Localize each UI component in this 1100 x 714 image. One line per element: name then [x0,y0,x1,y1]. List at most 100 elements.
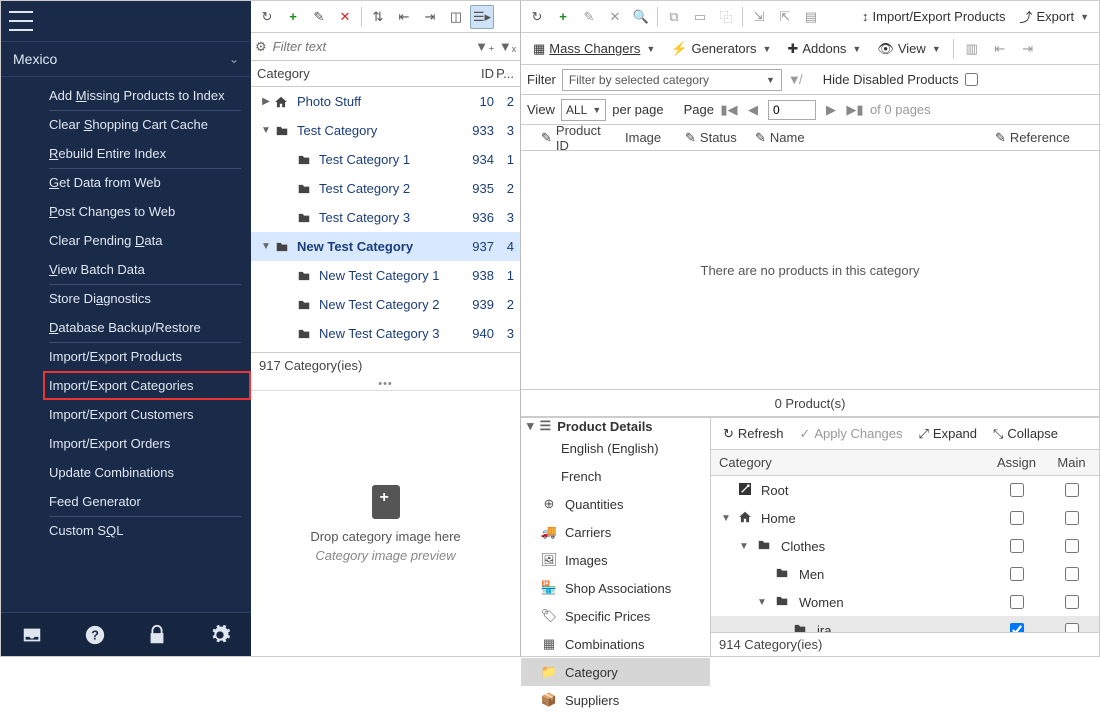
edit-icon[interactable]: ✎ [307,5,331,29]
detail-nav-item[interactable]: 🏪Shop Associations [521,574,710,602]
assign-checkbox[interactable] [1010,623,1024,632]
expander-icon[interactable]: ▶ [259,96,273,107]
sidebar-item[interactable]: Add Missing Products to Index [43,81,251,110]
sidebar-item[interactable]: Clear Pending Data [43,226,251,255]
detail-nav-item[interactable]: French [521,462,710,490]
sidebar-item[interactable]: Feed Generator [43,487,251,516]
main-checkbox[interactable] [1065,567,1079,581]
splitter-horizontal[interactable]: ••• [251,378,520,390]
tree-row[interactable]: Test Category 3 936 3 [251,203,520,232]
main-checkbox[interactable] [1065,623,1079,632]
sidebar-item[interactable]: Import/Export Categories [43,371,251,400]
col-product-id[interactable]: ✎ Product ID [535,123,619,153]
refresh-icon[interactable]: ↻ [255,5,279,29]
export-button[interactable]: ⤴ Export▼ [1013,5,1095,29]
tree-row[interactable]: ▶ Photo Stuff 10 2 [251,87,520,116]
assign-checkbox[interactable] [1010,511,1024,525]
sidebar-item[interactable]: Rebuild Entire Index [43,139,251,168]
generators-dropdown[interactable]: ⚡ Generators▼ [665,37,777,61]
col-reference[interactable]: ✎ Reference [989,130,1099,146]
sidebar-item[interactable]: Update Combinations [43,458,251,487]
detail-nav-item[interactable]: 🏷Specific Prices [521,602,710,630]
crop-icon[interactable]: ◫ [444,5,468,29]
sidebar-item[interactable]: Post Changes to Web [43,197,251,226]
refresh-button[interactable]: ↻ Refresh [717,422,789,446]
hide-disabled-checkbox[interactable] [965,73,978,86]
expander-icon[interactable]: ▼ [259,125,273,136]
hamburger-menu-icon[interactable] [9,11,33,31]
detail-nav-item[interactable]: 📁Category [521,658,710,686]
expander-icon[interactable]: ▼ [259,241,273,252]
next-page-icon[interactable]: ▶ [822,102,840,118]
filter-select[interactable]: Filter by selected category▼ [562,69,782,91]
expander-icon[interactable]: ▼ [757,597,769,608]
detail-nav-item[interactable]: ⊕Quantities [521,490,710,518]
assign-row[interactable]: ira [711,616,1099,632]
detail-nav-item[interactable]: 📦Suppliers [521,686,710,714]
detail-nav-item[interactable]: 🖼Images [521,546,710,574]
detail-nav-item[interactable]: English (English) [521,434,710,462]
sidebar-item[interactable]: Get Data from Web [43,168,251,197]
assign-checkbox[interactable] [1010,567,1024,581]
indent-icon[interactable]: ⇥ [418,5,442,29]
view-dropdown[interactable]: 👁 View▼ [871,37,946,61]
detail-nav-title[interactable]: ▾ ☰ Product Details [521,418,710,434]
col-name[interactable]: ✎ Name [749,130,989,146]
sidebar-item[interactable]: Database Backup/Restore [43,313,251,342]
assign-checkbox[interactable] [1010,595,1024,609]
main-checkbox[interactable] [1065,539,1079,553]
filter-clear-icon[interactable]: ▼ₓ [499,39,516,54]
tree-row[interactable]: Test Category 1 934 1 [251,145,520,174]
sidebar-item[interactable]: Import/Export Products [43,342,251,371]
col-id[interactable]: ID [454,66,494,81]
tree-row[interactable]: ▼ New Test Category 937 4 [251,232,520,261]
search-icon[interactable]: 🔍 [629,5,653,29]
assign-row[interactable]: ▼ Women [711,588,1099,616]
first-page-icon[interactable]: ▮◀ [720,102,738,118]
inbox-icon[interactable] [21,624,43,646]
funnel-icon[interactable]: ▼̸ [788,72,801,87]
col-products[interactable]: P... [494,66,520,81]
prev-page-icon[interactable]: ◀ [744,102,762,118]
main-checkbox[interactable] [1065,483,1079,497]
assign-row[interactable]: ▼ Home [711,504,1099,532]
lock-icon[interactable] [146,624,168,646]
sidebar-item[interactable]: Import/Export Orders [43,429,251,458]
tree-row[interactable]: Test Category 2 935 2 [251,174,520,203]
col-category[interactable]: Category [251,66,454,81]
filter-gear-icon[interactable]: ⚙ [255,39,267,55]
filter-add-icon[interactable]: ▼₊ [475,39,495,55]
move-up-icon[interactable]: ⇅ [366,5,390,29]
assign-row[interactable]: Men [711,560,1099,588]
mass-changers-dropdown[interactable]: ▦ Mass Changers▼ [527,37,661,61]
add-icon[interactable]: + [551,5,575,29]
outdent-icon[interactable]: ⇤ [392,5,416,29]
sidebar-item[interactable]: Custom SQL [43,516,251,545]
category-filter-input[interactable] [271,37,471,56]
import-export-products-button[interactable]: ↕ Import/Export Products [856,5,1011,29]
last-page-icon[interactable]: ▶▮ [846,102,864,118]
sidebar-item[interactable]: Store Diagnostics [43,284,251,313]
expand-button[interactable]: ⤢ Expand [913,422,984,446]
help-icon[interactable]: ? [84,624,106,646]
gear-icon[interactable] [209,624,231,646]
tree-row[interactable]: New Test Category 1 938 1 [251,261,520,290]
col-main[interactable]: Main [1044,455,1099,470]
collapse-button[interactable]: ⤡ Collapse [987,422,1064,446]
sidebar-item[interactable]: View Batch Data [43,255,251,284]
detail-nav-item[interactable]: ▦Combinations [521,630,710,658]
col-status[interactable]: ✎ Status [679,130,749,146]
assign-row[interactable]: ▼ Clothes [711,532,1099,560]
assign-checkbox[interactable] [1010,483,1024,497]
sidebar-store-selector[interactable]: Mexico ⌄ [1,41,251,77]
add-icon[interactable]: + [281,5,305,29]
col-category[interactable]: Category [711,455,989,470]
detail-nav-item[interactable]: 🚚Carriers [521,518,710,546]
addons-dropdown[interactable]: ✚ Addons▼ [781,37,867,61]
main-checkbox[interactable] [1065,595,1079,609]
filter-toggle-icon[interactable]: ☰▸ [470,5,494,29]
assign-checkbox[interactable] [1010,539,1024,553]
sidebar-item[interactable]: Import/Export Customers [43,400,251,429]
tree-row[interactable]: ▼ Test Category 933 3 [251,116,520,145]
tree-row[interactable]: New Test Category 3 940 3 [251,319,520,348]
